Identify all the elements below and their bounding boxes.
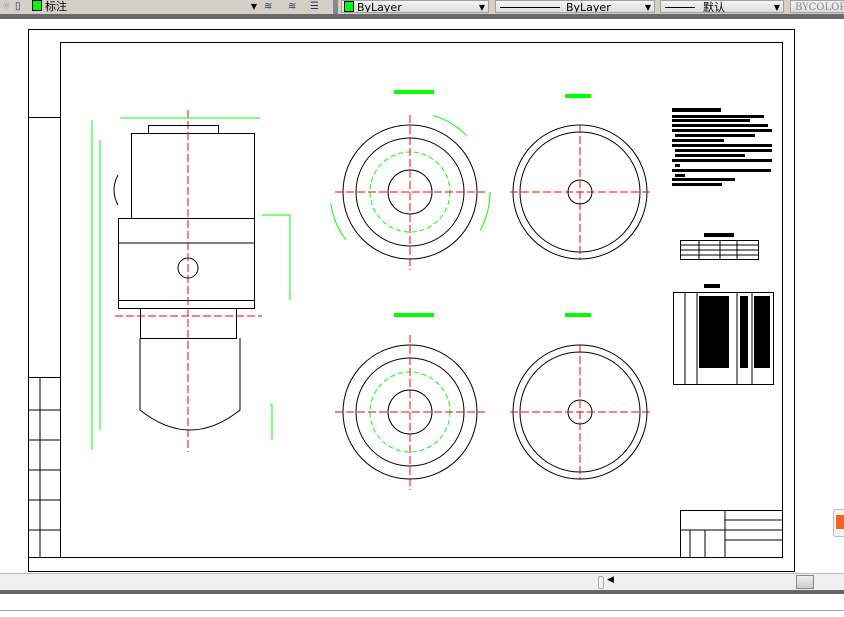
section-view-1 — [510, 94, 650, 260]
plotstyle-dropdown[interactable]: BYCOLOR — [790, 0, 844, 13]
scroll-left-arrow-icon[interactable]: ◀ — [607, 575, 614, 585]
linetype-dropdown[interactable]: ByLayer ▼ — [495, 0, 655, 13]
color-value: ByLayer — [357, 1, 402, 13]
app-badge-icon — [836, 515, 844, 529]
view-label-c — [394, 313, 434, 317]
layer-color-swatch — [32, 0, 42, 11]
lineweight-dropdown[interactable]: 默认 ▼ — [660, 0, 784, 13]
chevron-down-icon: ▼ — [644, 3, 651, 12]
color-dropdown[interactable]: ByLayer ▼ — [341, 0, 489, 13]
plotstyle-value: BYCOLOR — [795, 2, 844, 13]
properties-toolbar: ☼ ▯ 标注 ▼ ≋ ≋ ☰ ByLayer ▼ ByLayer ▼ 默认 ▼ … — [0, 0, 844, 14]
view-label-a-a — [565, 94, 591, 98]
view-label-b — [394, 90, 434, 94]
top-view-2 — [335, 313, 485, 490]
top-view-1 — [329, 90, 491, 273]
left-revision-table — [28, 377, 61, 558]
lineweight-value: 默认 — [703, 1, 725, 13]
chevron-down-icon: ▼ — [478, 3, 485, 12]
chevron-down-icon: ▼ — [250, 2, 257, 11]
color-swatch — [344, 1, 354, 12]
layer-states-icon[interactable]: ☰ — [310, 1, 319, 12]
sun-icon[interactable]: ☼ — [2, 1, 11, 12]
layer-name: 标注 — [45, 0, 67, 13]
parts-list-table — [673, 292, 774, 385]
scroll-thumb[interactable] — [796, 575, 814, 589]
title-block — [680, 510, 783, 558]
layer-lock-icon[interactable]: ▯ — [15, 1, 21, 12]
vessel-elevation-view — [91, 110, 291, 452]
horizontal-scrollbar[interactable]: ◀ — [0, 573, 844, 590]
cad-drawing — [28, 29, 795, 572]
section-view-2 — [510, 313, 650, 480]
scroll-splitter[interactable] — [598, 576, 604, 589]
side-panel-tab[interactable] — [833, 509, 844, 537]
lineweight-preview — [665, 7, 695, 8]
command-line[interactable] — [0, 594, 844, 611]
nozzle-table — [680, 240, 759, 260]
chevron-down-icon: ▼ — [773, 3, 780, 12]
layer-previous-icon[interactable]: ≋ — [288, 1, 296, 12]
layer-dropdown[interactable]: 标注 ▼ — [30, 0, 260, 13]
linetype-value: ByLayer — [566, 1, 611, 13]
drawing-canvas[interactable] — [0, 19, 844, 572]
view-label-b-b — [565, 313, 591, 317]
toolbar-separator — [333, 0, 338, 14]
linetype-preview — [500, 7, 560, 8]
technical-notes — [672, 108, 772, 288]
make-current-layer-icon[interactable]: ≋ — [264, 1, 272, 12]
